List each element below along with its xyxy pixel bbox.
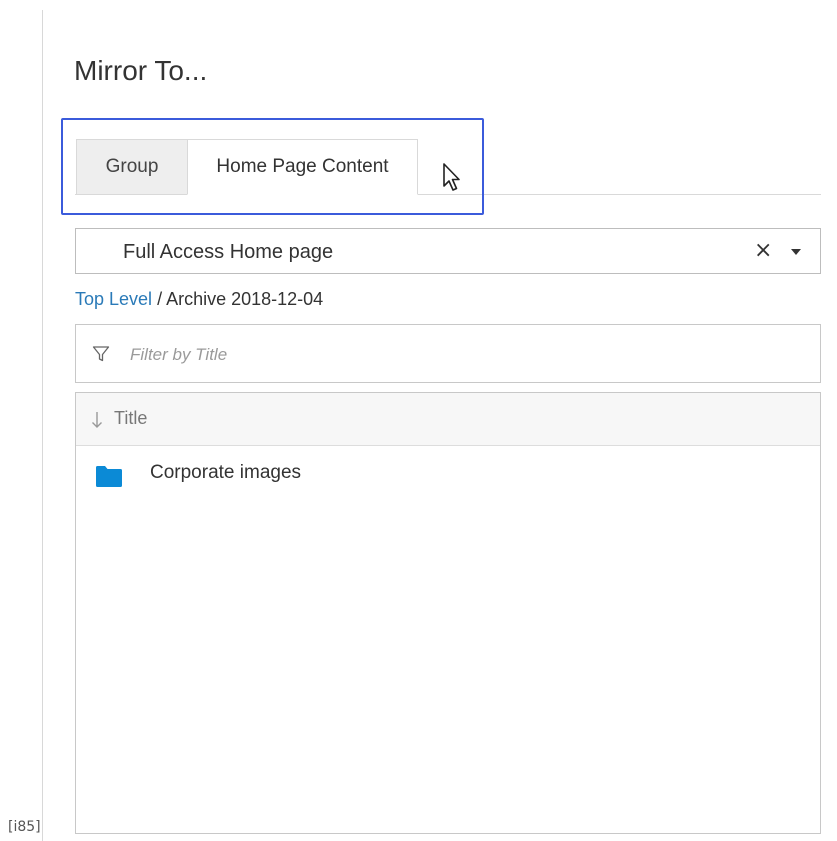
dialog-title: Mirror To...: [74, 55, 208, 86]
sort-down-arrow-icon: [92, 412, 102, 428]
title-column-header[interactable]: Title: [76, 393, 820, 446]
filter-icon: [92, 346, 110, 362]
left-divider: [42, 10, 43, 841]
breadcrumb-current: Archive 2018-12-04: [166, 289, 324, 309]
page: [i85] Mirror To... Group Home Page Conte…: [0, 0, 837, 841]
title-column-label: Title: [114, 408, 148, 428]
filter-input[interactable]: [128, 339, 792, 371]
highlight-box: [61, 118, 484, 215]
list-item[interactable]: Corporate images: [76, 455, 820, 497]
breadcrumb-separator: /: [152, 289, 167, 309]
folder-icon: [96, 466, 122, 487]
list-item-label: Corporate images: [150, 462, 302, 483]
home-page-select[interactable]: Full Access Home page ×: [75, 228, 821, 274]
caret-down-icon[interactable]: [790, 248, 802, 256]
breadcrumb: Top Level / Archive 2018-12-04: [75, 289, 323, 310]
breadcrumb-top-level-link[interactable]: Top Level: [75, 289, 152, 309]
select-value: Full Access Home page: [123, 241, 334, 263]
filter-box: [75, 324, 821, 383]
item-list: Title Corporate images: [75, 392, 821, 834]
mouse-pointer-icon: [443, 163, 460, 191]
image-label: [i85]: [8, 819, 41, 835]
clear-selection-icon[interactable]: ×: [754, 239, 772, 263]
